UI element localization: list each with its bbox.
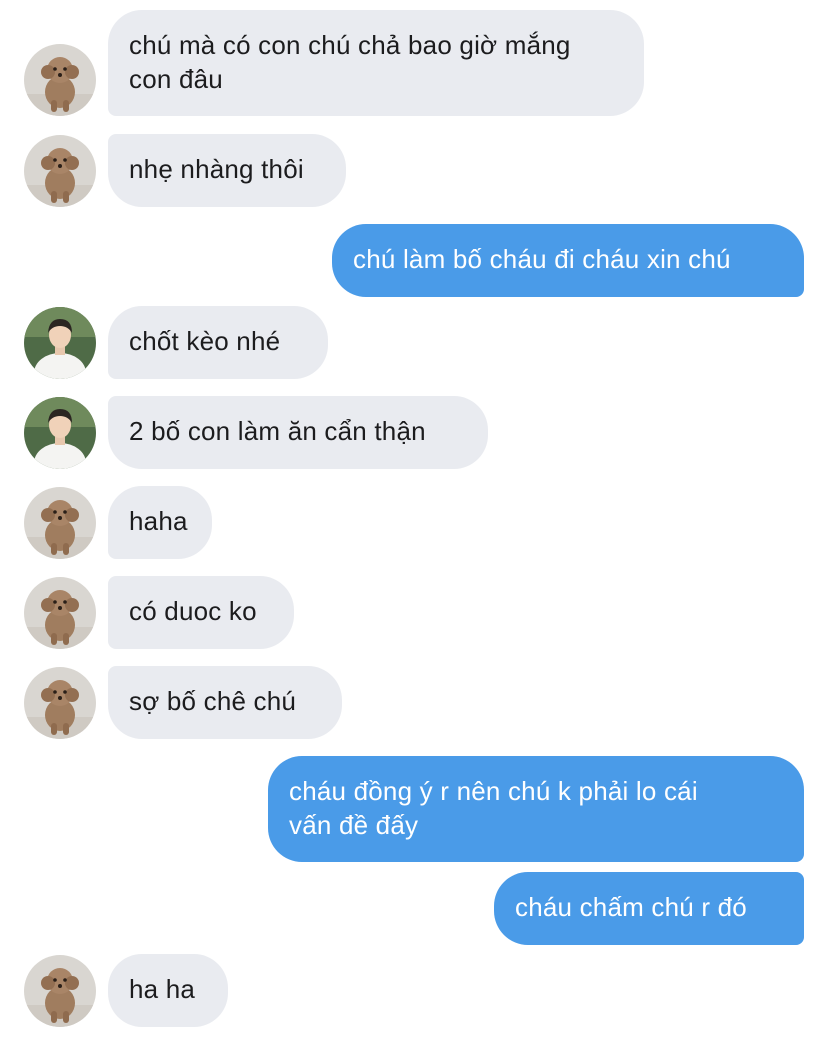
message-bubble[interactable]: 2 bố con làm ăn cẩn thận [108, 396, 488, 469]
message-bubble[interactable]: nhẹ nhàng thôi [108, 134, 346, 207]
message-bubble[interactable]: chú làm bố cháu đi cháu xin chú [332, 224, 804, 297]
message-bubble[interactable]: chốt kèo nhé [108, 306, 328, 379]
person-avatar-icon[interactable] [24, 397, 96, 469]
chat-thread: chú mà có con chú chả bao giờ mắng con đ… [0, 0, 828, 1052]
message-bubble[interactable]: cháu đồng ý r nên chú k phải lo cái vấn … [268, 756, 804, 862]
poodle-avatar-icon[interactable] [24, 577, 96, 649]
message-bubble[interactable]: chú mà có con chú chả bao giờ mắng con đ… [108, 10, 644, 116]
message-bubble[interactable]: ha ha [108, 954, 228, 1027]
message-bubble[interactable]: haha [108, 486, 212, 559]
message-bubble[interactable]: cháu chấm chú r đó [494, 872, 804, 945]
poodle-avatar-icon[interactable] [24, 44, 96, 116]
message-bubble[interactable]: có duoc ko [108, 576, 294, 649]
poodle-avatar-icon[interactable] [24, 487, 96, 559]
poodle-avatar-icon[interactable] [24, 955, 96, 1027]
person-avatar-icon[interactable] [24, 307, 96, 379]
poodle-avatar-icon[interactable] [24, 667, 96, 739]
message-bubble[interactable]: sợ bố chê chú [108, 666, 342, 739]
poodle-avatar-icon[interactable] [24, 135, 96, 207]
